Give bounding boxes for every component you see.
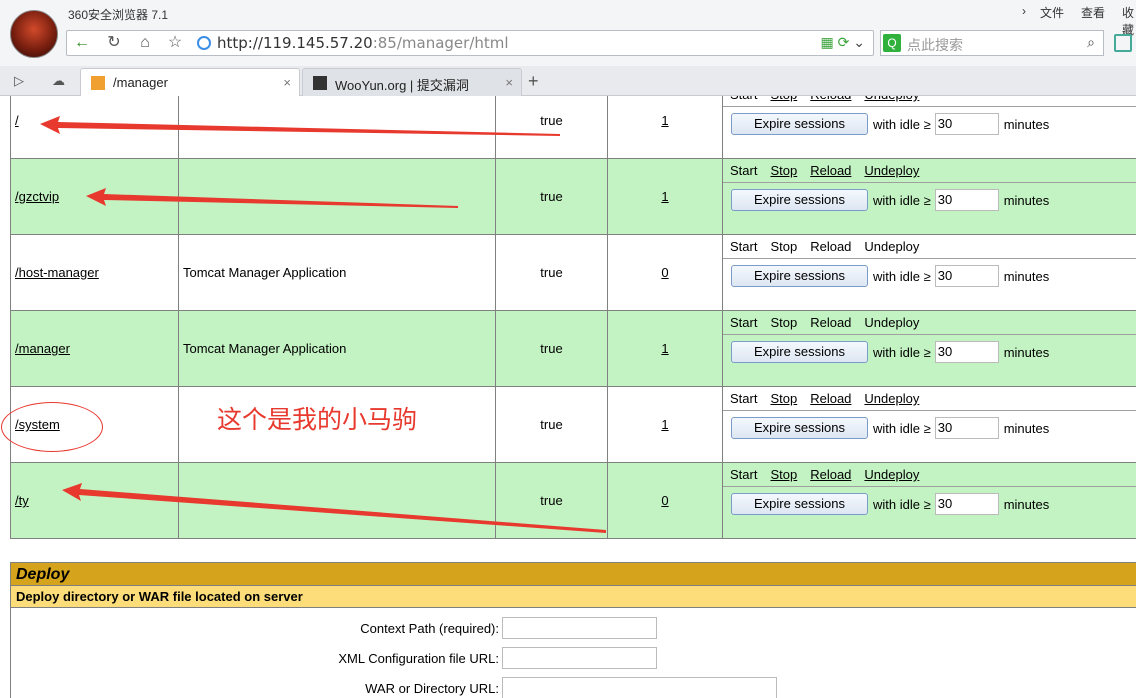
- form-row-context: Context Path (required):: [11, 617, 1131, 639]
- deploy-title: Deploy: [10, 562, 1136, 586]
- tab-label: /manager: [113, 75, 168, 90]
- new-tab-button[interactable]: +: [528, 71, 539, 92]
- deploy-subtitle: Deploy directory or WAR file located on …: [10, 586, 1136, 608]
- close-icon[interactable]: ×: [283, 75, 291, 90]
- tab-label: WooYun.org | 提交漏洞: [335, 78, 469, 93]
- tab-bar: ▷ ☁ /manager × WooYun.org | 提交漏洞 × +: [0, 66, 1136, 97]
- deploy-section: Deploy Deploy directory or WAR file loca…: [10, 562, 1136, 698]
- back-arrow-icon[interactable]: ←: [71, 33, 93, 53]
- menu-view[interactable]: 查看: [1081, 4, 1105, 21]
- menu-file[interactable]: 文件: [1040, 4, 1064, 21]
- deploy-form: Context Path (required): XML Configurati…: [10, 608, 1136, 698]
- page-content: /true1StartStopReloadUndeployExpire sess…: [0, 96, 1136, 698]
- wooyun-favicon-icon: [313, 76, 327, 90]
- annotation-arrows: [40, 116, 606, 533]
- search-placeholder: 点此搜索: [907, 37, 963, 53]
- home-icon[interactable]: ⌂: [134, 33, 156, 53]
- cloud-icon[interactable]: ☁: [52, 73, 65, 89]
- sidebar-toggle-icon[interactable]: ▷: [14, 73, 24, 89]
- refresh-icon[interactable]: ↻: [103, 33, 125, 53]
- menu-favorites[interactable]: 收藏: [1122, 4, 1136, 38]
- context-path-label: Context Path (required):: [360, 621, 499, 636]
- browser-titlebar: 360安全浏览器 7.1 › 文件 查看 收藏 ← ↻ ⌂ ☆ http://1…: [0, 0, 1136, 66]
- form-row-xml: XML Configuration file URL:: [11, 647, 1131, 669]
- xml-config-label: XML Configuration file URL:: [338, 651, 499, 666]
- xml-config-input[interactable]: [502, 647, 657, 669]
- war-dir-label: WAR or Directory URL:: [365, 681, 499, 696]
- globe-icon: [197, 36, 211, 50]
- user-avatar[interactable]: [10, 10, 58, 58]
- app-grid-icon[interactable]: [1114, 34, 1132, 52]
- annotation-arrow-3: [62, 483, 606, 533]
- annotation-arrow-2: [86, 188, 458, 208]
- address-bar[interactable]: ← ↻ ⌂ ☆ http://119.145.57.20:85/manager/…: [66, 30, 874, 56]
- search-icon[interactable]: ⌕: [1087, 34, 1095, 51]
- tab-manager[interactable]: /manager ×: [80, 68, 300, 97]
- chevron-right-icon[interactable]: ›: [1022, 4, 1026, 18]
- app-title: 360安全浏览器 7.1: [68, 8, 169, 22]
- qr-compat-icons[interactable]: ▦ ⟳ ⌄: [821, 34, 865, 51]
- context-path-input[interactable]: [502, 617, 657, 639]
- form-row-war: WAR or Directory URL:: [11, 677, 1131, 698]
- tab-wooyun[interactable]: WooYun.org | 提交漏洞 ×: [302, 68, 522, 96]
- search-engine-icon[interactable]: Q: [883, 34, 901, 52]
- annotation-arrow-1: [40, 116, 560, 136]
- war-dir-input[interactable]: [502, 677, 777, 698]
- search-box[interactable]: Q 点此搜索 ⌕: [880, 30, 1104, 56]
- url-text[interactable]: http://119.145.57.20:85/manager/html: [217, 34, 509, 52]
- star-icon[interactable]: ☆: [164, 33, 186, 53]
- tomcat-favicon-icon: [91, 76, 105, 90]
- close-icon[interactable]: ×: [505, 75, 513, 90]
